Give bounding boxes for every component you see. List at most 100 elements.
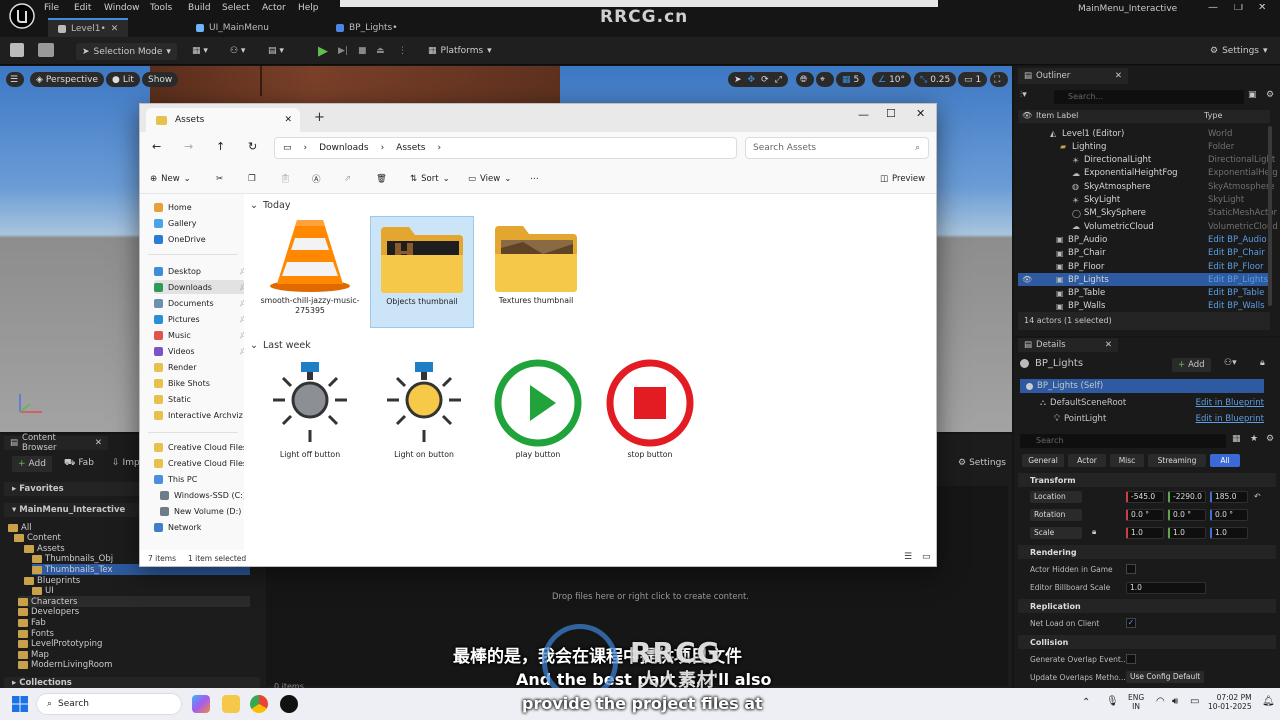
nav-item[interactable]: Render bbox=[154, 360, 250, 374]
menu-tools[interactable]: Tools bbox=[150, 3, 172, 13]
stop-icon[interactable]: ■ bbox=[358, 43, 367, 59]
location-x[interactable]: -545.0 bbox=[1126, 491, 1164, 503]
actor-hidden-checkbox[interactable] bbox=[1126, 564, 1136, 574]
details-tab[interactable]: ▤ Details ✕ bbox=[1018, 338, 1118, 352]
outliner-row[interactable]: ◯ SM_SkySphere StaticMeshActor bbox=[1018, 207, 1277, 220]
file-objects-thumbnail[interactable]: Objects thumbnail bbox=[370, 216, 474, 328]
menu-actor[interactable]: Actor bbox=[262, 3, 286, 13]
back-arrow-icon[interactable]: ← bbox=[152, 140, 161, 153]
close-icon[interactable]: ✕ bbox=[916, 107, 925, 120]
filter-actor[interactable]: Actor bbox=[1068, 454, 1106, 467]
rotation-snap-button[interactable]: ∠ 10° bbox=[872, 72, 912, 87]
copy-icon[interactable]: ❐ bbox=[248, 172, 256, 186]
tiles-view-icon[interactable]: ▭ bbox=[922, 552, 931, 562]
reset-icon[interactable]: ↶ bbox=[1254, 492, 1261, 501]
close-icon[interactable]: ✕ bbox=[1105, 340, 1112, 350]
lock-icon[interactable]: 🔒︎ bbox=[1092, 527, 1096, 537]
rotation-y[interactable]: 0.0 ° bbox=[1168, 509, 1206, 521]
nav-item[interactable]: OneDrive bbox=[154, 232, 250, 246]
outliner-row[interactable]: ☁ ExponentialHeightFog ExponentialHeig bbox=[1018, 167, 1278, 180]
visibility-icon[interactable]: 👁︎ bbox=[1022, 275, 1032, 284]
view-button[interactable]: ▭ View ⌄ bbox=[468, 172, 511, 186]
section-rendering[interactable]: Rendering bbox=[1018, 545, 1276, 559]
show-button[interactable]: Show bbox=[142, 72, 179, 87]
filter-misc[interactable]: Misc bbox=[1110, 454, 1144, 467]
cb-tree-item[interactable]: Characters bbox=[18, 596, 250, 608]
minimize-icon[interactable]: — bbox=[858, 108, 869, 121]
add-folder-icon[interactable]: ▣ bbox=[1248, 90, 1257, 100]
file-textures-thumbnail[interactable]: Textures thumbnail bbox=[484, 216, 588, 326]
tab-level1[interactable]: Level1• ✕ bbox=[48, 18, 129, 37]
more-options-icon[interactable]: ⋯ bbox=[530, 172, 539, 186]
edit-blueprint-link[interactable]: Edit BP_Table bbox=[1208, 288, 1264, 298]
cb-tree-item[interactable]: UI bbox=[32, 586, 54, 597]
rotate-tool-icon[interactable]: ⟳ bbox=[761, 75, 769, 85]
location-z[interactable]: 185.0 bbox=[1210, 491, 1248, 503]
lock-icon[interactable]: 🔒︎ bbox=[1260, 358, 1265, 368]
unreal-taskbar-icon[interactable] bbox=[280, 695, 298, 713]
cb-fab-button[interactable]: ⛟ Fab bbox=[64, 458, 94, 469]
outliner-row[interactable]: ☀ DirectionalLight DirectionalLight bbox=[1018, 154, 1275, 167]
select-tool-icon[interactable]: ➤ bbox=[734, 75, 742, 85]
outliner-row[interactable]: ☁ VolumetricCloud VolumetricCloud bbox=[1018, 220, 1278, 233]
edit-in-blueprint-link[interactable]: Edit in Blueprint bbox=[1196, 398, 1264, 408]
details-search-input[interactable]: Search bbox=[1020, 434, 1226, 448]
cb-tree-item[interactable]: Map bbox=[18, 649, 49, 660]
explorer-file-view[interactable]: ⌄ Today ⌄ Last week smooth-chill-jazzy-mus… bbox=[244, 194, 936, 558]
share-icon[interactable]: ⇗ bbox=[344, 172, 351, 186]
explorer-search-input[interactable]: Search Assets ⌕ bbox=[745, 137, 929, 159]
cb-import-button[interactable]: ⇩ Imp bbox=[112, 458, 140, 468]
group-last-week[interactable]: ⌄ Last week bbox=[250, 340, 311, 351]
section-transform[interactable]: Transform bbox=[1018, 473, 1276, 487]
component-point-light[interactable]: 💡︎ PointLight Edit in Blueprint bbox=[1020, 412, 1264, 426]
taskbar-search[interactable]: ⌕ Search bbox=[36, 693, 182, 715]
nav-item[interactable]: New Volume (D:) bbox=[160, 504, 256, 518]
menu-build[interactable]: Build bbox=[188, 3, 211, 13]
cb-tree-item[interactable]: Fonts bbox=[18, 628, 54, 639]
file-play-button[interactable]: play button bbox=[486, 358, 590, 468]
update-overlaps-dropdown[interactable]: Use Config Default bbox=[1126, 671, 1204, 683]
save-icon[interactable] bbox=[10, 43, 24, 57]
tab-ui-mainmenu[interactable]: UI_MainMenu bbox=[186, 18, 279, 37]
nav-item[interactable]: Gallery bbox=[154, 216, 250, 230]
close-icon[interactable]: ✕ bbox=[95, 438, 102, 448]
file-explorer-taskbar-icon[interactable] bbox=[222, 695, 240, 713]
cb-tree-item[interactable]: LevelPrototyping bbox=[18, 639, 102, 650]
volume-icon[interactable]: 🔊︎ bbox=[1172, 696, 1178, 707]
nav-item[interactable]: Creative Cloud Files bbox=[154, 440, 250, 454]
outliner-search-input[interactable]: Search... bbox=[1054, 90, 1244, 104]
grid-view-icon[interactable]: ▦ bbox=[1232, 434, 1241, 444]
nav-item[interactable]: Desktop📌︎ bbox=[154, 264, 250, 278]
wifi-icon[interactable]: ◠ bbox=[1156, 696, 1165, 707]
breadcrumb-downloads[interactable]: Downloads bbox=[319, 143, 368, 153]
rotation-x[interactable]: 0.0 ° bbox=[1126, 509, 1164, 521]
cb-tree-item[interactable]: Developers bbox=[18, 607, 79, 618]
edit-blueprint-link[interactable]: Edit BP_Chair bbox=[1208, 248, 1265, 258]
content-browser-tab[interactable]: ▤ Content Browser ✕ bbox=[4, 433, 108, 453]
rotation-dropdown[interactable]: Rotation bbox=[1030, 509, 1082, 521]
file-stop-button[interactable]: stop button bbox=[598, 358, 702, 468]
world-space-icon[interactable]: 🌐︎ bbox=[796, 72, 814, 87]
menu-edit[interactable]: Edit bbox=[74, 3, 91, 13]
outliner-row[interactable]: ▣ BP_Table Edit BP_Table bbox=[1018, 287, 1270, 300]
menu-window[interactable]: Window bbox=[104, 3, 140, 13]
scale-z[interactable]: 1.0 bbox=[1210, 527, 1248, 539]
scale-x[interactable]: 1.0 bbox=[1126, 527, 1164, 539]
nav-item[interactable]: This PC bbox=[154, 472, 250, 486]
close-tab-icon[interactable]: ✕ bbox=[284, 115, 292, 125]
file-light-on-button[interactable]: Light on button bbox=[372, 358, 476, 468]
edit-blueprint-link[interactable]: Edit BP_Floor bbox=[1208, 262, 1264, 272]
nav-item[interactable]: Bike Shots bbox=[154, 376, 250, 390]
edit-in-blueprint-link[interactable]: Edit in Blueprint bbox=[1196, 414, 1264, 424]
cb-tree-item[interactable]: All bbox=[8, 522, 32, 533]
microphone-icon[interactable]: 🎙︎ bbox=[1106, 696, 1119, 707]
blueprint-options-icon[interactable]: ⚇▾ bbox=[1224, 358, 1237, 368]
blueprint-menu-icon[interactable]: ⚇ ▾ bbox=[230, 43, 245, 59]
component-default-root[interactable]: ⛬ DefaultSceneRoot Edit in Blueprint bbox=[1020, 396, 1264, 410]
tab-bp-lights[interactable]: BP_Lights• bbox=[326, 18, 408, 37]
preview-button[interactable]: ◫ Preview bbox=[880, 172, 925, 186]
move-tool-icon[interactable]: ✥ bbox=[748, 75, 756, 85]
play-icon[interactable]: ▶ bbox=[318, 43, 328, 59]
billboard-scale-value[interactable]: 1.0 bbox=[1126, 582, 1206, 594]
outliner-row[interactable]: ▣ BP_Floor Edit BP_Floor bbox=[1018, 260, 1270, 273]
